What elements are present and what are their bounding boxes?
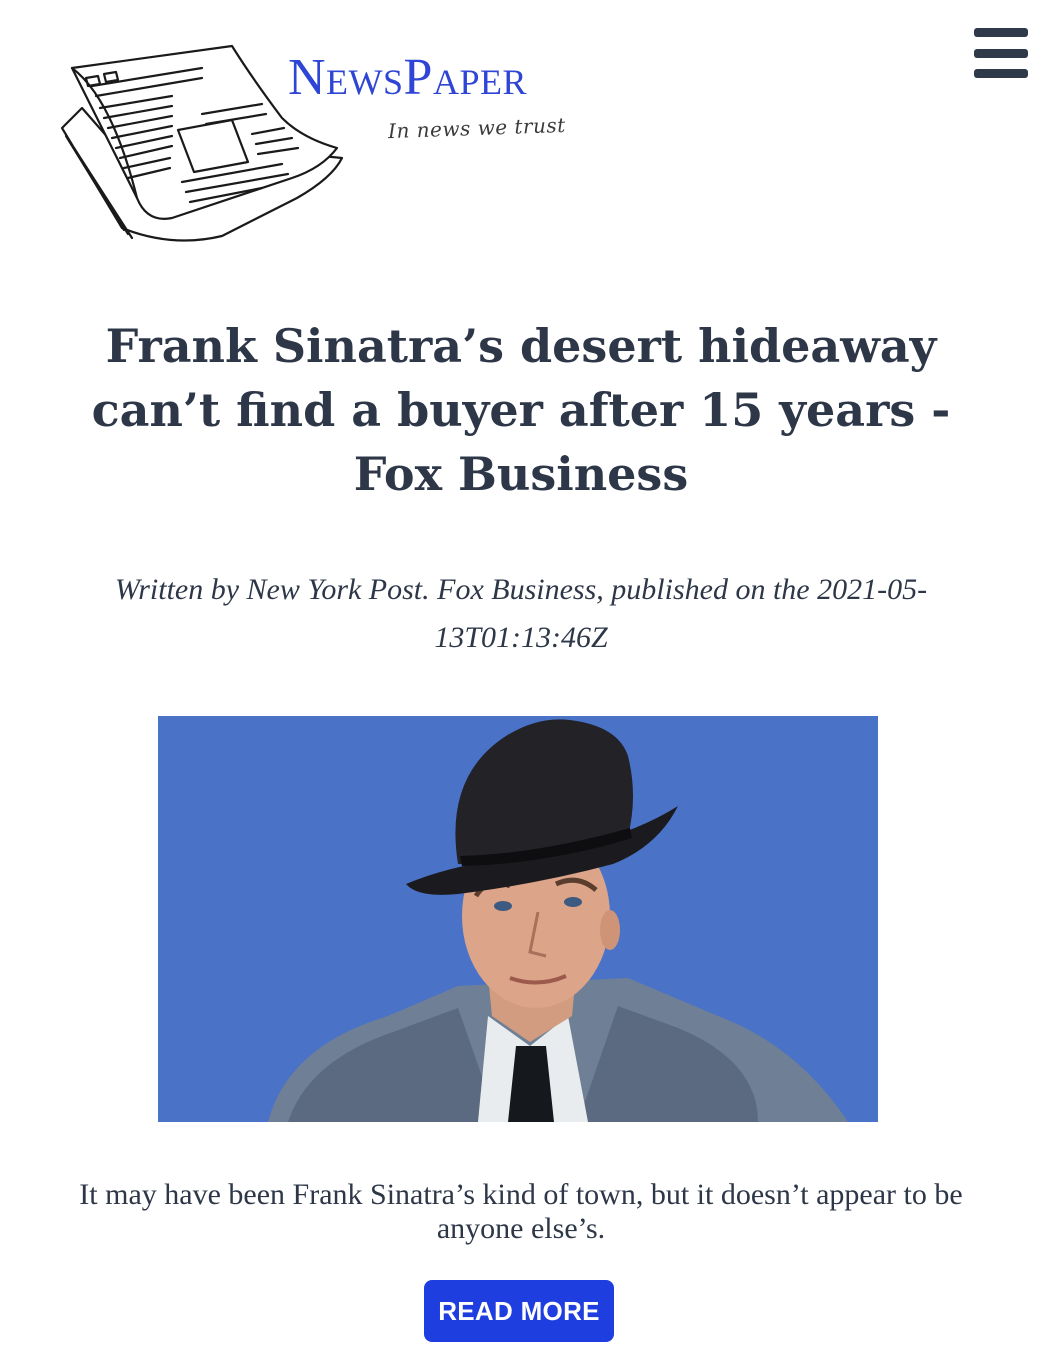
site-logo[interactable]: NewsPaper In news we trust	[52, 38, 592, 248]
hamburger-menu-icon[interactable]	[974, 28, 1028, 78]
brand-tagline: In news we trust	[387, 112, 567, 144]
article-summary: It may have been Frank Sinatra’s kind of…	[79, 1178, 963, 1245]
brand-name: NewsPaper	[288, 49, 527, 106]
menu-bar	[974, 28, 1028, 37]
menu-bar	[974, 69, 1028, 78]
read-more-button[interactable]: READ MORE	[424, 1280, 614, 1342]
page: NewsPaper In news we trust Frank Sinatra…	[0, 0, 1042, 1350]
menu-bar	[974, 48, 1028, 58]
article-byline: Written by New York Post. Fox Business, …	[114, 573, 928, 654]
site-header: NewsPaper In news we trust	[0, 0, 1042, 260]
article-title: Frank Sinatra’s desert hideaway can’t fi…	[91, 319, 951, 501]
article-photo	[158, 716, 878, 1122]
